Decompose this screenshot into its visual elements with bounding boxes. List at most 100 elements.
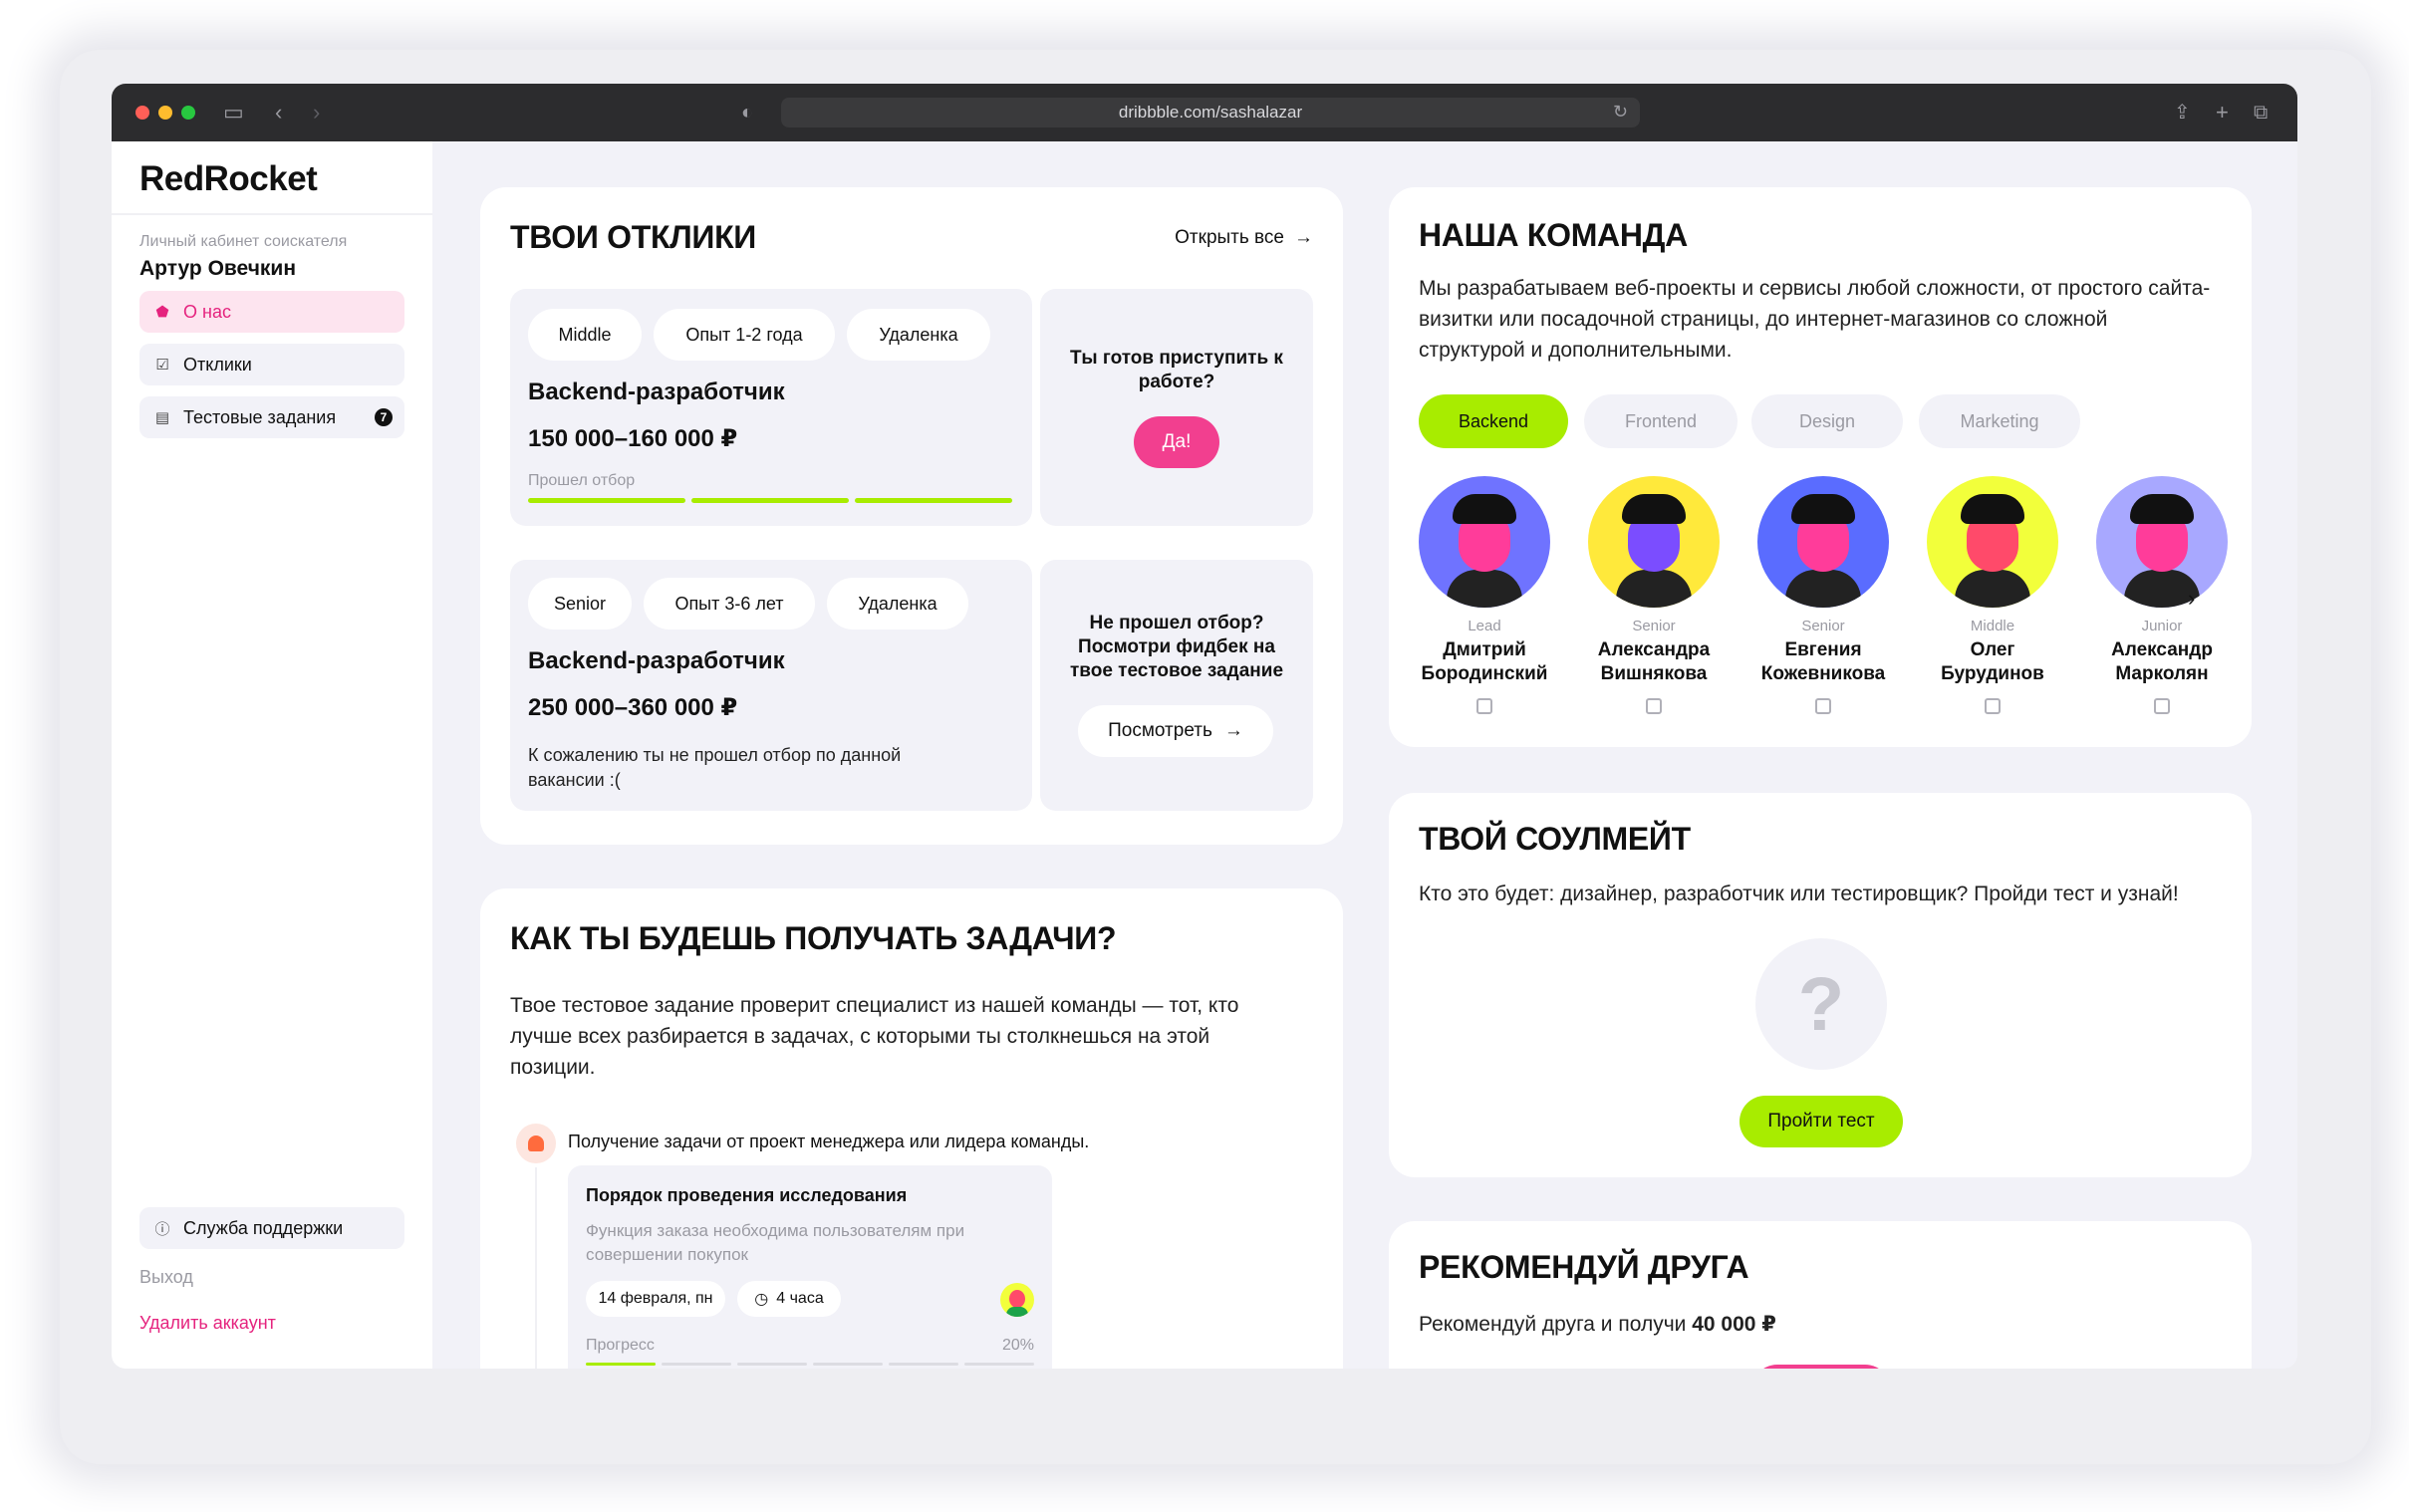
tag-level: Middle (528, 309, 642, 361)
sidebar-item-about[interactable]: ⬟ О нас (139, 291, 404, 333)
sidebar-item-test-tasks[interactable]: ▤ Тестовые задания 7 (139, 396, 404, 438)
recommend-text-prefix: Рекомендуй друга и получи (1419, 1313, 1687, 1336)
team-member[interactable]: Middle Олег Бурудинов (1923, 476, 2062, 719)
chevron-right-icon[interactable]: › (2188, 586, 2195, 612)
address-bar[interactable]: dribbble.com/sashalazar ↻ (781, 98, 1640, 127)
tag-level: Senior (528, 578, 632, 630)
minimize-window-button[interactable] (158, 106, 172, 120)
forward-icon[interactable]: › (313, 102, 320, 124)
job-salary: 250 000–360 000 ₽ (528, 694, 738, 721)
job-action-card: Ты готов приступить к работе? Да! (1040, 289, 1313, 526)
member-name: Дмитрий Бородинский (1421, 639, 1548, 684)
job-question: Ты готов приступить к работе? (1070, 348, 1283, 392)
responses-title: ТВОИ ОТКЛИКИ (510, 219, 756, 255)
member-level: Junior (2141, 618, 2183, 634)
task-title: Порядок проведения исследования (586, 1185, 908, 1205)
avatar (1927, 476, 2058, 608)
checkbox-icon: ☑ (155, 357, 169, 374)
progress-value: 20% (1001, 1337, 1034, 1354)
duration-chip: ◷ 4 часа (737, 1281, 841, 1317)
user-name: Артур Овечкин (139, 257, 297, 280)
team-member[interactable]: Junior Александр Марколян (2092, 476, 2232, 719)
linkedin-icon[interactable] (2154, 698, 2170, 714)
team-card: НАША КОМАНДА Мы разрабатываем веб-проект… (1389, 187, 2252, 747)
team-member[interactable]: Senior Евгения Кожевникова (1753, 476, 1893, 719)
support-label: Служба поддержки (183, 1217, 344, 1238)
avatar (2096, 476, 2228, 608)
view-feedback-button[interactable]: Посмотреть → (1078, 705, 1273, 757)
linkedin-icon[interactable] (1476, 698, 1492, 714)
job-card[interactable]: Senior Опыт 3-6 лет Удаленка Backend-раз… (510, 560, 1032, 811)
logout-link[interactable]: Выход (139, 1267, 193, 1288)
home-icon: ⬟ (155, 304, 169, 321)
progress-segment (528, 498, 685, 503)
job-status: К сожалению ты не прошел отбор по данной… (528, 745, 902, 790)
logo[interactable]: RedRocket (139, 159, 318, 199)
share-icon[interactable]: ⇪ (2174, 102, 2191, 124)
linkedin-icon[interactable] (1815, 698, 1831, 714)
tasks-text: Твое тестовое задание проверит специалис… (510, 994, 1239, 1079)
linkedin-icon[interactable] (1985, 698, 2001, 714)
open-all-label: Открыть все (1175, 227, 1284, 248)
divider (112, 213, 432, 215)
confirm-button[interactable]: Да! (1134, 416, 1219, 468)
linkedin-icon[interactable] (1646, 698, 1662, 714)
team-title: НАША КОМАНДА (1419, 217, 1688, 253)
avatar (1757, 476, 1889, 608)
member-name: Олег Бурудинов (1941, 639, 2044, 684)
sidebar: RedRocket Личный кабинет соискателя Арту… (112, 141, 432, 1369)
take-test-button[interactable]: Пройти тест (1740, 1096, 1903, 1147)
job-title: Backend-разработчик (528, 647, 785, 674)
filter-design[interactable]: Design (1751, 394, 1903, 448)
window-controls (135, 106, 195, 120)
sidebar-toggle-icon[interactable]: ▭ (223, 102, 244, 124)
progress-segment (889, 1363, 958, 1366)
progress-segment (855, 498, 1012, 503)
support-button[interactable]: ⓘ Служба поддержки (139, 1207, 404, 1249)
recommend-title: РЕКОМЕНДУЙ ДРУГА (1419, 1249, 1749, 1285)
filter-marketing[interactable]: Marketing (1919, 394, 2080, 448)
recommend-button[interactable] (1751, 1365, 1891, 1369)
assignee-avatar[interactable] (1000, 1283, 1034, 1317)
job-title: Backend-разработчик (528, 378, 785, 405)
view-feedback-label: Посмотреть (1108, 720, 1212, 741)
filter-backend[interactable]: Backend (1419, 394, 1568, 448)
soulmate-card: ТВОЙ СОУЛМЕЙТ Кто это будет: дизайнер, р… (1389, 793, 2252, 1177)
team-member[interactable]: Lead Дмитрий Бородинский (1415, 476, 1554, 719)
job-status: Прошел отбор (528, 472, 636, 489)
open-all-link[interactable]: Открыть все → (1175, 227, 1313, 249)
maximize-window-button[interactable] (181, 106, 195, 120)
soulmate-text: Кто это будет: дизайнер, разработчик или… (1419, 882, 2179, 905)
sidebar-item-responses[interactable]: ☑ Отклики (139, 344, 404, 385)
recommend-card: РЕКОМЕНДУЙ ДРУГА Рекомендуй друга и полу… (1389, 1221, 2252, 1369)
browser-toolbar: ▭ ‹ › ◐ dribbble.com/sashalazar ↻ ⇪ + ⧉ (112, 84, 2297, 141)
job-salary: 150 000–160 000 ₽ (528, 425, 738, 452)
close-window-button[interactable] (135, 106, 149, 120)
sidebar-item-label: О нас (183, 301, 231, 322)
progress-segment (662, 1363, 731, 1366)
delete-account-link[interactable]: Удалить аккаунт (139, 1313, 276, 1334)
tag-format: Удаленка (827, 578, 968, 630)
task-card[interactable]: Порядок проведения исследования Функция … (568, 1165, 1052, 1369)
task-description: Функция заказа необходима пользователям … (586, 1221, 965, 1264)
clipboard-icon: ▤ (154, 409, 170, 426)
member-level: Senior (1801, 618, 1845, 634)
shield-icon[interactable]: ◐ (741, 102, 759, 124)
tag-experience: Опыт 1-2 года (654, 309, 835, 361)
reload-icon[interactable]: ↻ (1613, 102, 1628, 123)
avatar (1588, 476, 1720, 608)
member-level: Senior (1632, 618, 1676, 634)
tabs-overview-icon[interactable]: ⧉ (2254, 102, 2268, 124)
filter-frontend[interactable]: Frontend (1584, 394, 1738, 448)
team-member[interactable]: Senior Александра Вишнякова (1584, 476, 1724, 719)
timeline-line (535, 1167, 537, 1369)
job-question: Не прошел отбор? Посмотри фидбек на твое… (1069, 613, 1284, 681)
member-level: Lead (1468, 618, 1501, 634)
progress-segment (691, 498, 849, 503)
back-icon[interactable]: ‹ (275, 102, 282, 124)
bell-icon (516, 1124, 556, 1163)
job-card[interactable]: Middle Опыт 1-2 года Удаленка Backend-ра… (510, 289, 1032, 526)
member-name: Евгения Кожевникова (1760, 639, 1886, 684)
new-tab-icon[interactable]: + (2216, 102, 2229, 124)
avatar (1419, 476, 1550, 608)
